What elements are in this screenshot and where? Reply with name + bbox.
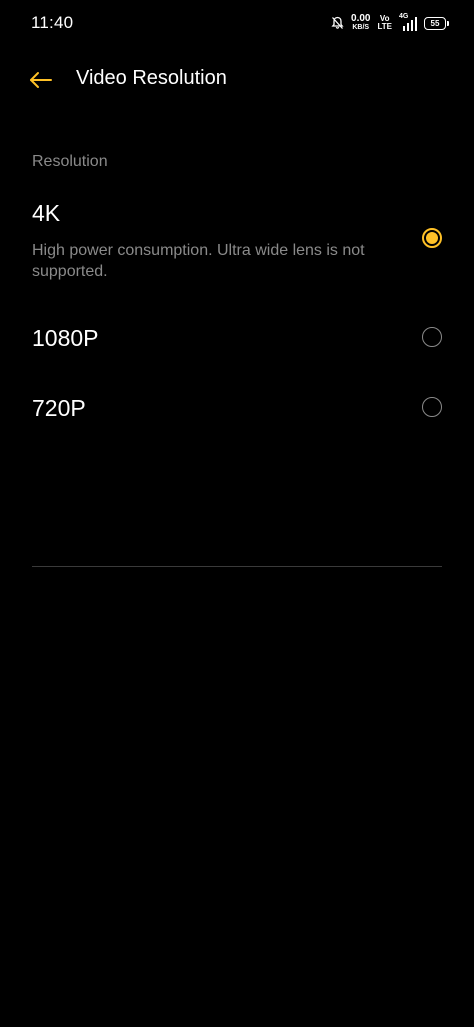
- bell-muted-icon: [331, 16, 344, 30]
- battery-level: 55: [430, 18, 440, 28]
- option-1080p[interactable]: 1080P: [0, 310, 474, 366]
- signal-bar: [403, 26, 405, 31]
- network-speed: 0.00 KB/S: [351, 14, 370, 32]
- page-title: Video Resolution: [76, 67, 227, 89]
- network-type-label: 4G: [399, 13, 409, 20]
- volte-icon: Vo LTE: [377, 15, 392, 31]
- volte-bottom-label: LTE: [377, 22, 392, 31]
- signal-bar: [411, 20, 413, 31]
- radio-unselected[interactable]: [422, 327, 442, 347]
- radio-unselected[interactable]: [422, 397, 442, 417]
- divider: [32, 566, 442, 567]
- option-label: 4K: [32, 200, 61, 226]
- signal-bar: [415, 17, 417, 31]
- signal-bar: [407, 23, 409, 31]
- option-4k[interactable]: 4K High power consumption. Ultra wide le…: [0, 190, 474, 298]
- option-label: 720P: [32, 395, 86, 421]
- option-description: High power consumption. Ultra wide lens …: [32, 242, 365, 280]
- option-label: 1080P: [32, 325, 99, 351]
- back-button[interactable]: [24, 64, 56, 96]
- section-label: Resolution: [32, 153, 108, 170]
- arrow-left-icon: [24, 64, 56, 96]
- status-bar: 11:40 0.00 KB/S Vo LTE 4G 55: [0, 0, 474, 46]
- network-speed-value: 0.00: [351, 13, 371, 24]
- radio-selected[interactable]: [422, 228, 442, 248]
- signal-strength-icon: 4G: [399, 13, 417, 31]
- app-bar: Video Resolution: [0, 56, 474, 102]
- network-speed-unit: KB/S: [352, 24, 370, 31]
- battery-icon: 55: [424, 16, 449, 30]
- status-time: 11:40: [31, 13, 74, 32]
- status-icons: 0.00 KB/S Vo LTE 4G 55: [331, 12, 449, 34]
- option-720p[interactable]: 720P: [0, 380, 474, 436]
